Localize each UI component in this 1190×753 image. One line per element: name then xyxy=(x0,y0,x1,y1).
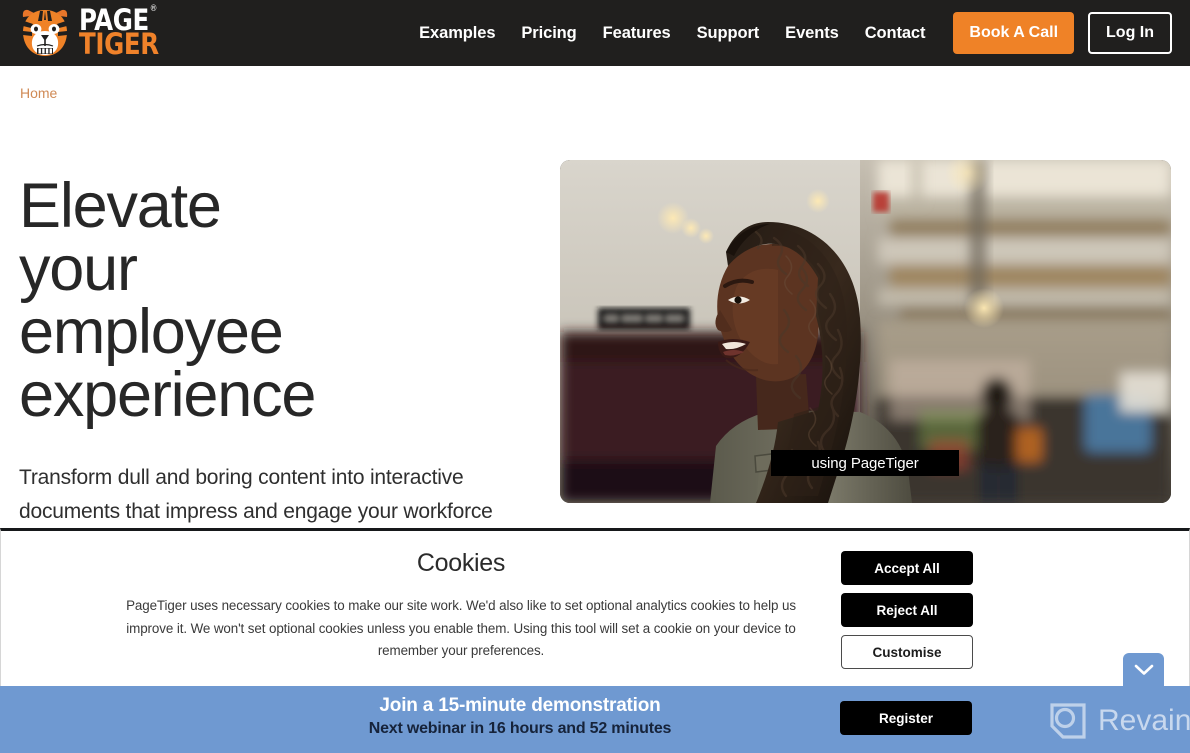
breadcrumb-item-home[interactable]: Home xyxy=(20,85,57,101)
tiger-face-icon xyxy=(22,9,68,56)
nav-item-examples[interactable]: Examples xyxy=(406,24,508,43)
hero-video-still[interactable]: using PageTiger xyxy=(560,160,1171,503)
logo-line-tiger: TIGER xyxy=(79,27,159,61)
hero-text-block: Elevate your employee experience Transfo… xyxy=(19,175,529,563)
cookie-button-group: Accept All Reject All Customise xyxy=(841,551,973,669)
webinar-text-block: Join a 15-minute demonstration Next webi… xyxy=(280,695,760,738)
page-root: PAGE® TIGER Examples Pricing Features Su… xyxy=(0,0,1190,753)
log-in-button[interactable]: Log In xyxy=(1088,12,1172,54)
webinar-countdown: Next webinar in 16 hours and 52 minutes xyxy=(368,720,672,737)
cookie-banner-body: PageTiger uses necessary cookies to make… xyxy=(126,598,796,659)
revain-label: Revain xyxy=(1098,704,1190,737)
accept-all-button[interactable]: Accept All xyxy=(841,551,973,585)
site-header: PAGE® TIGER Examples Pricing Features Su… xyxy=(0,0,1190,66)
customise-button[interactable]: Customise xyxy=(841,635,973,669)
registered-trademark-icon: ® xyxy=(149,3,158,14)
nav-item-events[interactable]: Events xyxy=(772,24,852,43)
cookie-banner-title: Cookies xyxy=(416,549,506,577)
nav-item-features[interactable]: Features xyxy=(590,24,684,43)
page-title: Elevate your employee experience xyxy=(19,171,316,430)
breadcrumb: Home xyxy=(20,85,57,101)
revain-logo-icon xyxy=(1050,703,1086,739)
revain-watermark: Revain xyxy=(1047,700,1190,742)
book-a-call-button[interactable]: Book A Call xyxy=(953,12,1075,54)
cookie-text-block: Cookies PageTiger uses necessary cookies… xyxy=(111,549,811,663)
cookie-banner-collapse-button[interactable] xyxy=(1123,653,1164,686)
nav-item-contact[interactable]: Contact xyxy=(852,24,939,43)
nav-item-pricing[interactable]: Pricing xyxy=(508,24,589,43)
reject-all-button[interactable]: Reject All xyxy=(841,593,973,627)
pagetiger-logo[interactable]: PAGE® TIGER xyxy=(18,4,164,61)
register-button[interactable]: Register xyxy=(840,701,972,735)
webinar-title: Join a 15-minute demonstration xyxy=(379,695,661,716)
logo-wordmark: PAGE® TIGER xyxy=(79,4,164,61)
main-navigation: Examples Pricing Features Support Events… xyxy=(406,0,1190,66)
webinar-promo-bar: Join a 15-minute demonstration Next webi… xyxy=(0,683,1190,753)
video-caption: using PageTiger xyxy=(771,450,959,476)
chevron-down-icon xyxy=(1134,664,1153,675)
cookie-consent-banner: Cookies PageTiger uses necessary cookies… xyxy=(0,528,1190,686)
nav-item-support[interactable]: Support xyxy=(684,24,773,43)
